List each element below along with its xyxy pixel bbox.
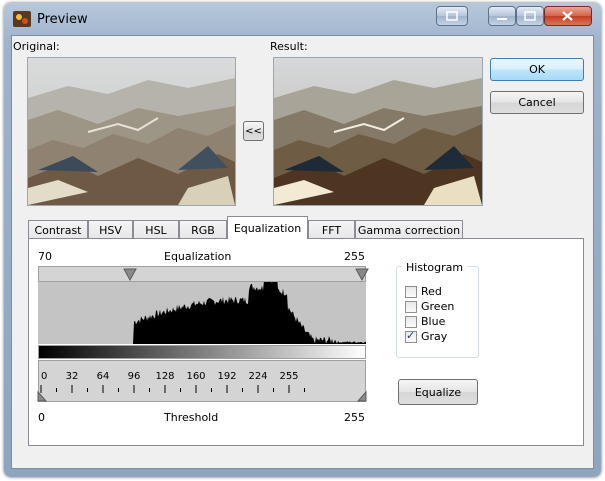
tab-rgb[interactable]: RGB — [179, 220, 227, 239]
gray-gradient-bar — [38, 345, 366, 359]
histogram-plot — [38, 282, 366, 344]
equalize-button[interactable]: Equalize — [398, 379, 478, 405]
green-checkbox-box[interactable] — [405, 300, 417, 313]
gray-checkbox[interactable]: Gray — [405, 329, 448, 343]
ok-button[interactable]: OK — [490, 58, 584, 81]
ruler-tick-label: 64 — [97, 371, 110, 382]
original-image — [27, 57, 236, 206]
result-label: Result: — [270, 40, 308, 53]
gray-checkbox-box[interactable] — [405, 329, 417, 343]
ruler-tick-label: 255 — [279, 371, 298, 382]
close-button[interactable] — [544, 6, 592, 26]
red-checkbox-box[interactable] — [405, 285, 417, 298]
title-bar[interactable]: Preview — [4, 3, 601, 35]
tab-equalization[interactable]: Equalization — [227, 216, 308, 239]
tab-fft[interactable]: FFT — [308, 220, 355, 239]
range-min-value: 70 — [38, 250, 52, 263]
blue-checkbox-label: Blue — [421, 315, 446, 328]
blue-checkbox[interactable]: Blue — [405, 315, 445, 328]
ruler-tick-label: 32 — [66, 371, 79, 382]
app-icon — [13, 11, 31, 27]
range-max-value: 255 — [344, 250, 365, 263]
ruler-tick-label: 128 — [155, 371, 174, 382]
minimize-button[interactable] — [488, 6, 516, 26]
window-icon — [446, 11, 458, 21]
threshold-max-value: 255 — [344, 411, 365, 424]
green-checkbox-label: Green — [421, 300, 455, 313]
threshold-max-handle[interactable] — [356, 390, 368, 402]
range-max-handle[interactable] — [355, 268, 369, 282]
close-icon — [562, 11, 573, 21]
red-checkbox-label: Red — [421, 285, 442, 298]
threshold-min-handle[interactable] — [36, 390, 48, 402]
minimize-icon — [497, 18, 507, 20]
ruler-tick-label: 224 — [248, 371, 267, 382]
tab-gamma-correction[interactable]: Gamma correction — [355, 220, 463, 239]
result-image — [273, 57, 483, 206]
maximize-icon — [524, 11, 536, 21]
original-label: Original: — [13, 40, 60, 53]
range-slider-track[interactable] — [38, 266, 366, 282]
tab-hsv[interactable]: HSV — [88, 220, 133, 239]
ruler-tick-label: 160 — [186, 371, 205, 382]
blue-checkbox-box[interactable] — [405, 315, 417, 328]
threshold-label: Threshold — [164, 411, 219, 424]
green-checkbox[interactable]: Green — [405, 300, 454, 313]
maximize-button[interactable] — [516, 6, 544, 26]
cancel-button[interactable]: Cancel — [490, 91, 584, 114]
swap-button[interactable]: << — [243, 121, 264, 141]
tab-contrast[interactable]: Contrast — [28, 220, 88, 239]
tab-hsl[interactable]: HSL — [133, 220, 179, 239]
threshold-min-value: 0 — [38, 411, 45, 424]
red-checkbox[interactable]: Red — [405, 285, 442, 298]
histogram-group-title: Histogram — [402, 261, 468, 274]
gray-checkbox-label: Gray — [421, 330, 448, 343]
range-min-handle[interactable] — [123, 268, 137, 282]
ruler-tick-label: 0 — [41, 371, 47, 382]
extra-button[interactable] — [436, 6, 468, 26]
ruler-tick-label: 192 — [217, 371, 236, 382]
equalization-title: Equalization — [164, 250, 232, 263]
threshold-ruler[interactable]: 0 32 64 96 128 160 192 224 255 — [38, 360, 366, 402]
ruler-tick-label: 96 — [128, 371, 141, 382]
window-title: Preview — [37, 12, 88, 27]
